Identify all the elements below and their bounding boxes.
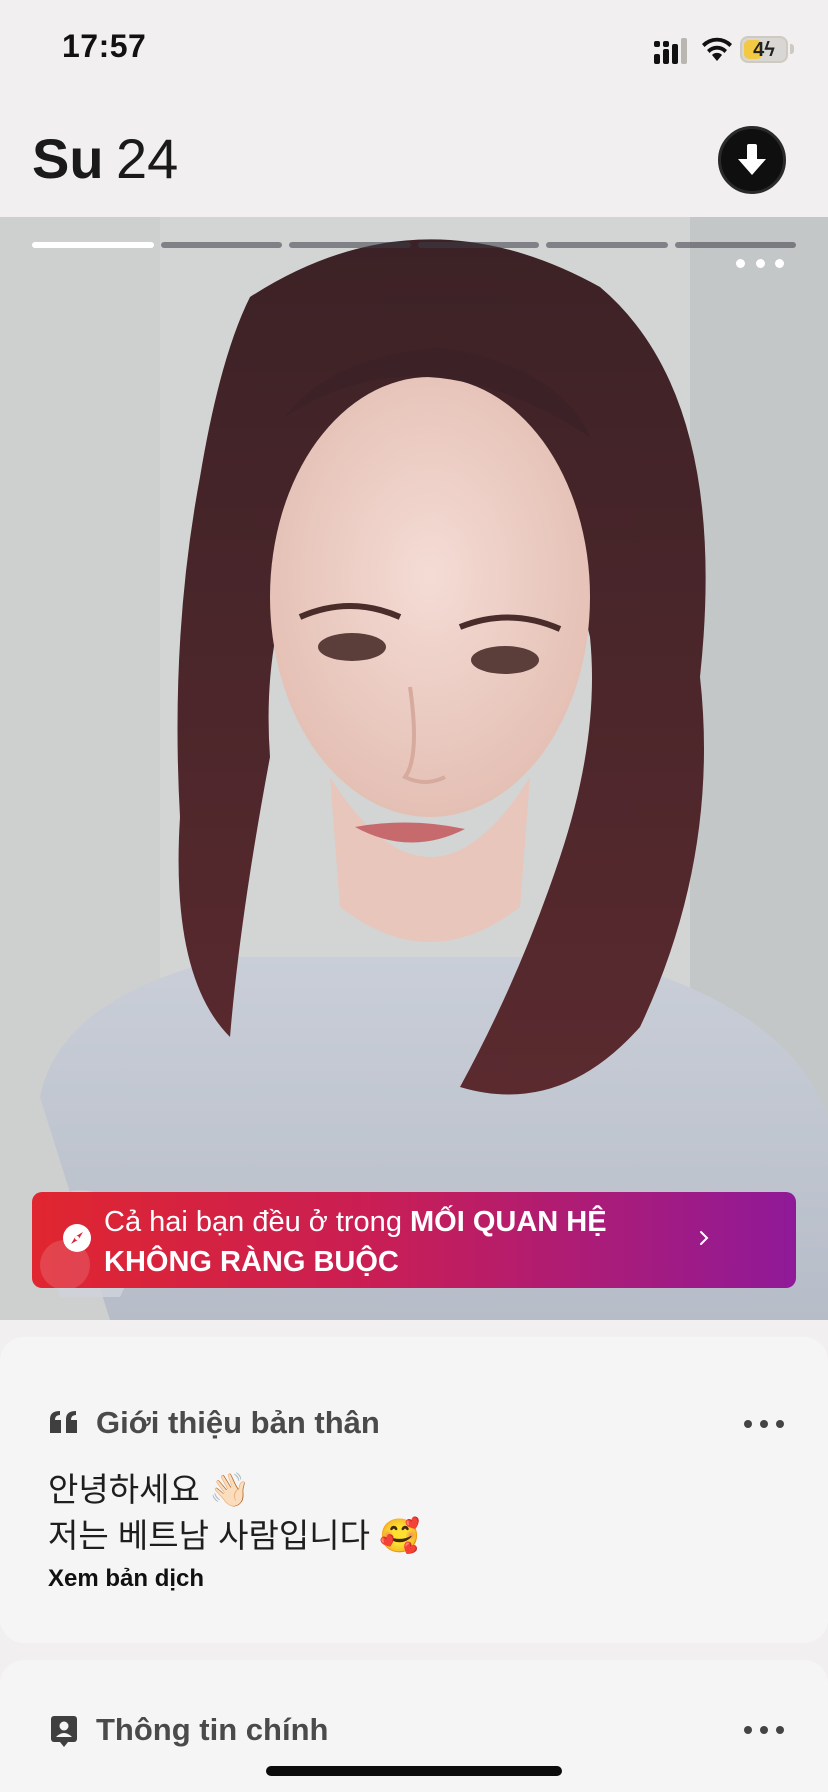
bio-line-2: 저는 베트남 사람입니다 🥰 [48, 1517, 421, 1554]
more-horizontal-icon [736, 258, 745, 268]
battery-nub [790, 44, 794, 54]
match-banner[interactable]: Cả hai bạn đều ở trong MỐI QUAN HỆ KHÔNG… [32, 1192, 796, 1288]
match-banner-text: Cả hai bạn đều ở trong MỐI QUAN HỆ KHÔNG… [104, 1202, 704, 1282]
about-title: Giới thiệu bản thân [96, 1405, 380, 1440]
wifi-icon [702, 37, 732, 61]
status-bar: 17:57 4ϟ [0, 0, 828, 100]
info-more-button[interactable] [744, 1723, 784, 1737]
charging-bolt-icon: ϟ [764, 39, 775, 61]
contact-card-icon [51, 1716, 77, 1747]
arrow-down-icon [738, 144, 766, 175]
progress-segment [417, 242, 539, 248]
status-time: 17:57 [62, 28, 147, 64]
progress-segment [546, 242, 668, 248]
progress-segment [674, 242, 796, 248]
home-indicator [266, 1766, 562, 1776]
cellular-signal-icon [654, 38, 687, 64]
profile-header: Su 24 [0, 100, 828, 218]
progress-segment [160, 242, 282, 248]
profile-age: 24 [116, 127, 179, 190]
profile-photo-image [0, 217, 828, 1320]
photo-progress [32, 242, 796, 249]
chevron-right-icon [700, 1231, 709, 1245]
progress-segment [32, 242, 154, 248]
quote-icon [50, 1411, 77, 1433]
more-horizontal-icon [744, 1420, 752, 1428]
battery-level: 4 [753, 39, 765, 61]
banner-text-prefix: Cả hai bạn đều ở trong [104, 1206, 411, 1238]
more-horizontal-icon [744, 1726, 752, 1734]
photo-more-button[interactable] [736, 251, 784, 275]
battery-icon: 4ϟ [740, 36, 788, 63]
profile-name: Su [32, 127, 104, 190]
about-more-button[interactable] [744, 1417, 784, 1431]
about-card: Giới thiệu bản thân 안녕하세요 👋🏻 저는 베트남 사람입니… [0, 1337, 828, 1643]
progress-segment [289, 242, 411, 248]
info-title: Thông tin chính [96, 1712, 329, 1747]
translate-link[interactable]: Xem bản dịch [48, 1565, 204, 1593]
compass-icon [63, 1224, 91, 1252]
bio-line-1: 안녕하세요 👋🏻 [48, 1471, 251, 1508]
download-button[interactable] [718, 126, 786, 194]
profile-screen: 17:57 4ϟ Su 24 Cả hai bạn đều ở trong MỐ… [0, 0, 828, 1792]
profile-photo[interactable]: Cả hai bạn đều ở trong MỐI QUAN HỆ KHÔNG… [0, 217, 828, 1320]
